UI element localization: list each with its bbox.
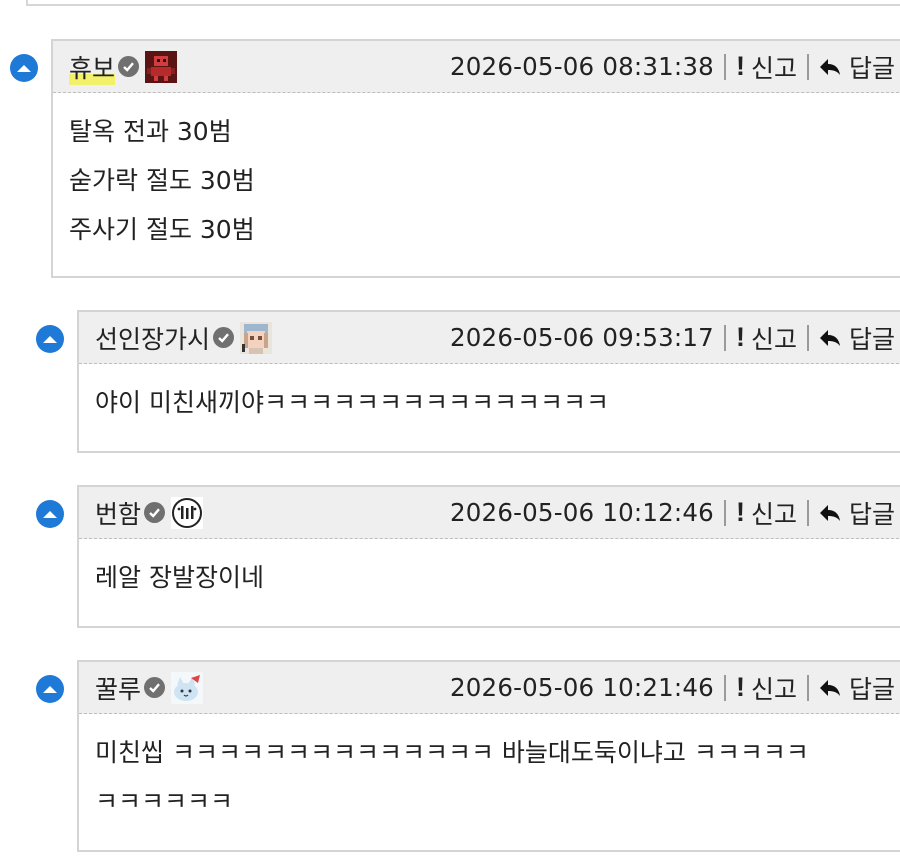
divider bbox=[723, 324, 726, 351]
comment-header: 꿀루 2026-05-06 10:21:46 ! 신고 답글 bbox=[79, 662, 900, 714]
comment-header: 휴보 2026-05-06 08:31:38 ! 신고 답글 bbox=[53, 41, 900, 93]
reply-label: 답글 bbox=[848, 53, 895, 83]
exclamation-icon: ! bbox=[735, 322, 745, 352]
comment-item: 꿀루 2026-05-06 10:21:46 ! 신고 답글 미친씹 ㅋㅋㅋㅋㅋ… bbox=[77, 660, 900, 852]
reply-arrow-icon bbox=[819, 679, 840, 696]
comment-body: 탈옥 전과 30범 숟가락 절도 30범 주사기 절도 30범 bbox=[53, 93, 900, 254]
comment-nickname[interactable]: 휴보 bbox=[69, 48, 116, 85]
circle-logo-avatar-icon bbox=[171, 496, 204, 529]
chevron-up-icon bbox=[43, 686, 57, 693]
comment-item: 휴보 2026-05-06 08:31:38 ! 신고 답글 탈옥 전과 30범… bbox=[51, 39, 900, 278]
verified-badge-icon bbox=[144, 677, 166, 698]
verified-badge-icon bbox=[118, 56, 140, 77]
report-label: 신고 bbox=[750, 53, 797, 83]
previous-comment-box bbox=[26, 0, 900, 6]
report-button[interactable]: ! 신고 bbox=[736, 495, 797, 531]
report-label: 신고 bbox=[750, 499, 797, 529]
divider bbox=[806, 499, 809, 526]
comment-nickname[interactable]: 선인장가시 bbox=[95, 320, 210, 356]
comment-text-line: 숟가락 절도 30범 bbox=[69, 166, 255, 195]
comment-text-line: 레알 장발장이네 bbox=[95, 563, 264, 592]
comment-text-line: ㅋㅋㅋㅋㅋㅋ bbox=[95, 787, 234, 816]
robot-avatar-icon bbox=[145, 50, 178, 83]
reply-arrow-icon bbox=[819, 329, 840, 346]
comment-item: 선인장가시 2026-05-06 09:53:17 ! 신고 답글 야이 미친새… bbox=[77, 310, 900, 453]
comment-text-line: 탈옥 전과 30범 bbox=[69, 117, 232, 146]
divider bbox=[723, 674, 726, 701]
comment-item: 번함 2026-05-06 10:12:46 ! 신고 답글 레알 장발장이네 bbox=[77, 485, 900, 628]
reply-label: 답글 bbox=[848, 674, 895, 704]
reply-button[interactable]: 답글 bbox=[819, 495, 895, 531]
anime-character-avatar-icon bbox=[240, 321, 273, 354]
comment-nickname[interactable]: 번함 bbox=[95, 495, 141, 531]
report-label: 신고 bbox=[750, 324, 797, 354]
reply-button[interactable]: 답글 bbox=[819, 320, 895, 356]
report-label: 신고 bbox=[750, 674, 797, 704]
divider bbox=[723, 499, 726, 526]
divider bbox=[806, 324, 809, 351]
exclamation-icon: ! bbox=[735, 497, 745, 527]
comment-body: 야이 미친새끼야ㅋㅋㅋㅋㅋㅋㅋㅋㅋㅋㅋㅋㅋㅋㅋ bbox=[79, 364, 900, 427]
report-button[interactable]: ! 신고 bbox=[736, 670, 797, 706]
comment-text-line: 주사기 절도 30범 bbox=[69, 215, 255, 244]
comment-nickname[interactable]: 꿀루 bbox=[95, 670, 141, 706]
exclamation-icon: ! bbox=[735, 672, 745, 702]
report-button[interactable]: ! 신고 bbox=[736, 320, 797, 356]
chevron-up-icon bbox=[43, 336, 57, 343]
divider bbox=[806, 674, 809, 701]
reply-arrow-icon bbox=[819, 504, 840, 521]
collapse-button[interactable] bbox=[10, 54, 38, 82]
comment-header: 선인장가시 2026-05-06 09:53:17 ! 신고 답글 bbox=[79, 312, 900, 364]
chevron-up-icon bbox=[17, 65, 31, 72]
cartoon-cat-avatar-icon bbox=[171, 671, 204, 704]
collapse-button[interactable] bbox=[36, 500, 64, 528]
report-button[interactable]: ! 신고 bbox=[736, 49, 797, 85]
comment-date: 2026-05-06 09:53:17 bbox=[449, 323, 714, 352]
divider bbox=[806, 53, 809, 80]
verified-badge-icon bbox=[144, 502, 166, 523]
collapse-button[interactable] bbox=[36, 325, 64, 353]
verified-badge-icon bbox=[213, 327, 235, 348]
comment-text-line: 미친씹 ㅋㅋㅋㅋㅋㅋㅋㅋㅋㅋㅋㅋㅋㅋ 바늘대도둑이냐고 ㅋㅋㅋㅋㅋ bbox=[95, 738, 809, 767]
comment-text-line: 야이 미친새끼야ㅋㅋㅋㅋㅋㅋㅋㅋㅋㅋㅋㅋㅋㅋㅋ bbox=[95, 388, 609, 417]
chevron-up-icon bbox=[43, 511, 57, 518]
exclamation-icon: ! bbox=[735, 51, 745, 81]
reply-button[interactable]: 답글 bbox=[819, 49, 895, 85]
reply-arrow-icon bbox=[819, 58, 840, 75]
comment-body: 미친씹 ㅋㅋㅋㅋㅋㅋㅋㅋㅋㅋㅋㅋㅋㅋ 바늘대도둑이냐고 ㅋㅋㅋㅋㅋ ㅋㅋㅋㅋㅋㅋ bbox=[79, 714, 900, 826]
comment-header: 번함 2026-05-06 10:12:46 ! 신고 답글 bbox=[79, 487, 900, 539]
collapse-button[interactable] bbox=[36, 675, 64, 703]
comment-date: 2026-05-06 10:21:46 bbox=[449, 673, 714, 702]
comment-date: 2026-05-06 10:12:46 bbox=[449, 498, 714, 527]
reply-label: 답글 bbox=[848, 324, 895, 354]
reply-label: 답글 bbox=[848, 499, 895, 529]
comment-body: 레알 장발장이네 bbox=[79, 539, 900, 602]
comment-date: 2026-05-06 08:31:38 bbox=[449, 52, 714, 81]
reply-button[interactable]: 답글 bbox=[819, 670, 895, 706]
divider bbox=[723, 53, 726, 80]
